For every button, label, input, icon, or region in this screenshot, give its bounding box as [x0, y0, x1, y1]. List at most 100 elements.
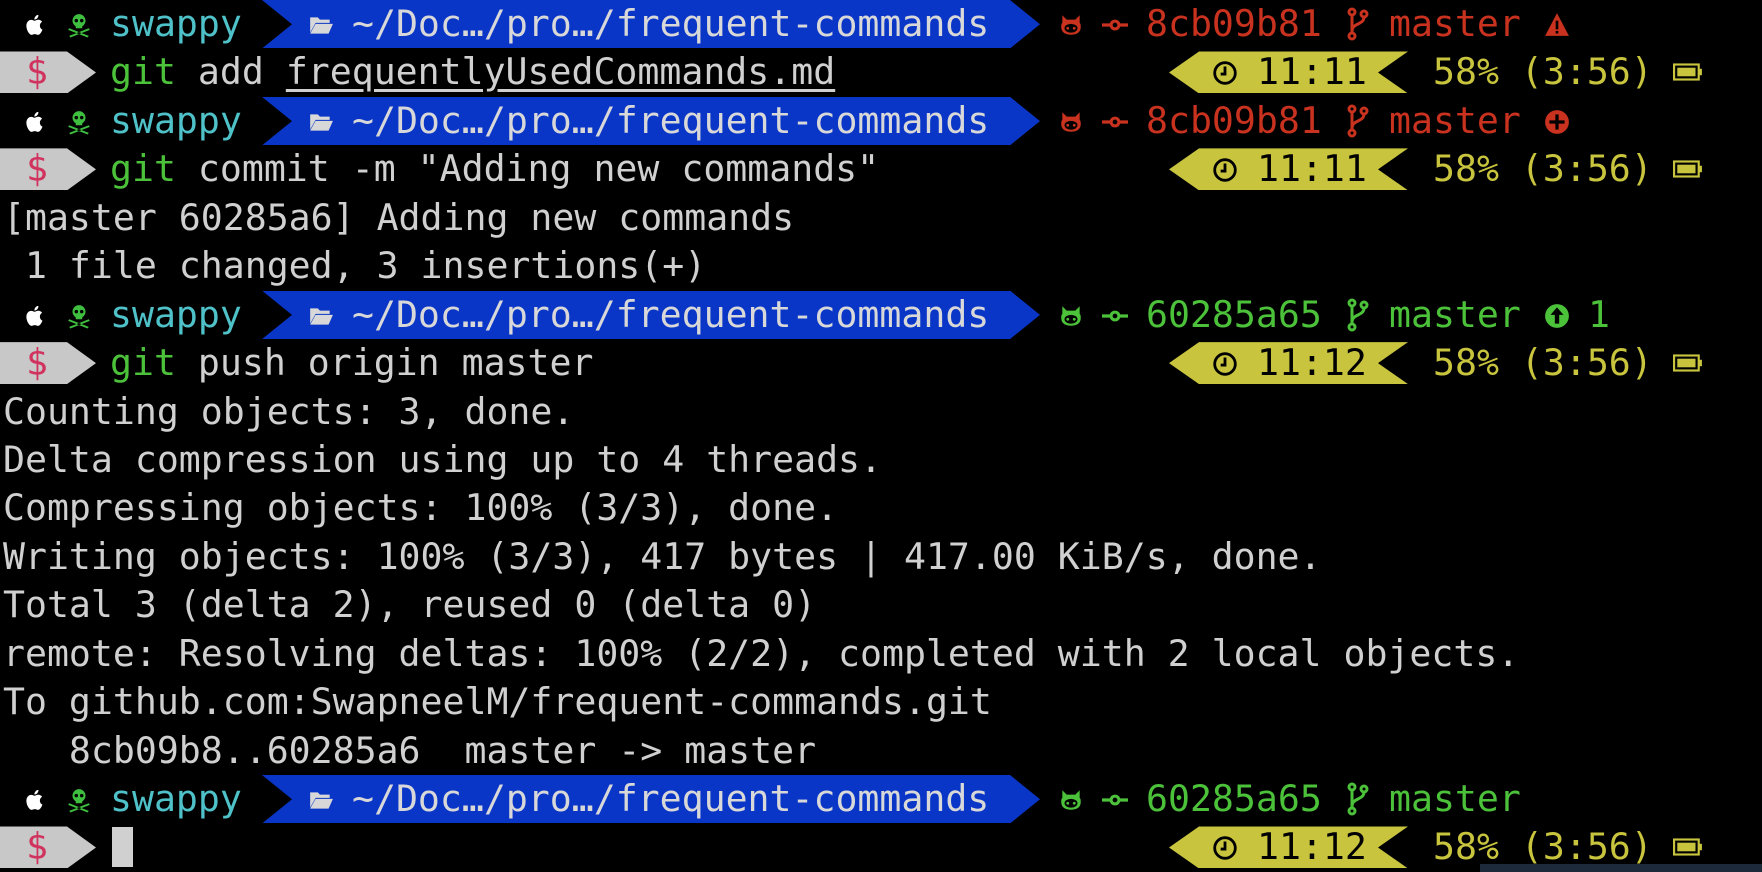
file-argument: frequentlyUsedCommands.md	[285, 50, 836, 94]
folder-icon	[308, 109, 334, 135]
output-line: 8cb09b8..60285a6 master -> master	[0, 727, 1762, 775]
skull-icon	[66, 109, 92, 135]
command-args: push origin master	[175, 341, 594, 385]
command-input[interactable]: git commit -m "Adding new commands"	[110, 145, 879, 193]
command-name: git	[110, 50, 176, 94]
clock-time: 11:11	[1257, 50, 1367, 94]
clock-time: 11:12	[1257, 825, 1367, 869]
commit-hash: 60285a65	[1146, 292, 1322, 336]
commit-icon	[1102, 109, 1128, 135]
battery-icon	[1673, 353, 1703, 373]
warning-icon	[1544, 12, 1570, 38]
output-text: 1 file changed, 3 insertions(+)	[3, 244, 707, 288]
clock-icon	[1212, 835, 1238, 861]
commit-hash: 60285a65	[1146, 777, 1322, 821]
current-path: ~/Doc…/pro…/frequent-commands	[352, 98, 990, 142]
command-line: $ git push origin master 11:12 58% (3:56)	[0, 339, 1762, 387]
output-line: remote: Resolving deltas: 100% (2/2), co…	[0, 630, 1762, 678]
github-cat-icon	[1058, 12, 1084, 38]
command-input[interactable]: git add frequentlyUsedCommands.md	[110, 48, 835, 96]
output-line: To github.com:SwapneelM/frequent-command…	[0, 678, 1762, 726]
username: swappy	[110, 292, 242, 336]
ahead-count: 1	[1588, 292, 1610, 336]
command-name: git	[110, 147, 176, 191]
prompt-symbol-segment	[0, 826, 96, 869]
skull-icon	[66, 12, 92, 38]
plus-circle-icon	[1544, 109, 1570, 135]
prompt-symbol-segment	[0, 148, 96, 191]
output-text: To github.com:SwapneelM/frequent-command…	[3, 680, 992, 724]
github-cat-icon	[1058, 787, 1084, 813]
folder-icon	[308, 12, 334, 38]
clock-icon	[1212, 157, 1238, 183]
apple-icon	[22, 12, 48, 38]
command-input[interactable]: git push origin master	[110, 339, 593, 387]
background-image-strip	[1480, 864, 1762, 872]
branch-icon	[1346, 781, 1370, 817]
prompt-symbol-segment	[0, 51, 96, 94]
output-text: 8cb09b8..60285a6 master -> master	[3, 728, 817, 772]
output-line: [master 60285a6] Adding new commands	[0, 194, 1762, 242]
battery-icon	[1673, 837, 1703, 857]
branch-icon	[1346, 297, 1370, 333]
apple-icon	[22, 109, 48, 135]
output-line: Delta compression using up to 4 threads.	[0, 436, 1762, 484]
skull-icon	[66, 787, 92, 813]
branch-name: master	[1389, 98, 1521, 142]
clock-time: 11:11	[1257, 147, 1367, 191]
battery-status: 58% (3:56)	[1433, 147, 1653, 191]
skull-icon	[66, 303, 92, 329]
prompt-line: swappy ~/Doc…/pro…/frequent-commands 60285…	[0, 775, 1762, 823]
prompt-symbol: $	[26, 341, 48, 385]
command-line: $ git commit -m "Adding new commands" 11:1…	[0, 145, 1762, 193]
prompt-symbol: $	[26, 825, 48, 869]
current-path: ~/Doc…/pro…/frequent-commands	[352, 292, 990, 336]
output-text: Total 3 (delta 2), reused 0 (delta 0)	[3, 583, 817, 627]
terminal-cursor[interactable]	[112, 827, 133, 868]
commit-hash: 8cb09b81	[1146, 98, 1322, 142]
current-path: ~/Doc…/pro…/frequent-commands	[352, 777, 990, 821]
arrow-up-circle-icon	[1544, 303, 1570, 329]
output-text: Compressing objects: 100% (3/3), done.	[3, 486, 839, 530]
battery-icon	[1673, 159, 1703, 179]
apple-icon	[22, 303, 48, 329]
folder-icon	[308, 303, 334, 329]
battery-status: 58% (3:56)	[1433, 341, 1653, 385]
branch-name: master	[1389, 292, 1521, 336]
battery-icon	[1673, 62, 1703, 82]
clock-icon	[1212, 351, 1238, 377]
github-cat-icon	[1058, 303, 1084, 329]
current-path: ~/Doc…/pro…/frequent-commands	[352, 2, 990, 45]
output-text: Delta compression using up to 4 threads.	[3, 437, 882, 481]
output-text: [master 60285a6] Adding new commands	[3, 195, 795, 239]
folder-icon	[308, 787, 334, 813]
output-line: Compressing objects: 100% (3/3), done.	[0, 484, 1762, 532]
output-text: remote: Resolving deltas: 100% (2/2), co…	[3, 631, 1520, 675]
prompt-line: swappy ~/Doc…/pro…/frequent-commands 8cb09…	[0, 0, 1762, 48]
commit-icon	[1102, 303, 1128, 329]
commit-hash: 8cb09b81	[1146, 2, 1322, 45]
branch-icon	[1346, 103, 1370, 139]
branch-name: master	[1389, 777, 1521, 821]
output-line: Counting objects: 3, done.	[0, 388, 1762, 436]
clock-time: 11:12	[1257, 341, 1367, 385]
apple-icon	[22, 787, 48, 813]
branch-icon	[1346, 6, 1370, 42]
prompt-line: swappy ~/Doc…/pro…/frequent-commands 8cb09…	[0, 97, 1762, 145]
clock-icon	[1212, 60, 1238, 86]
prompt-symbol: $	[26, 50, 48, 94]
command-line: $ git add frequentlyUsedCommands.md 11:11 5…	[0, 48, 1762, 96]
prompt-symbol-segment	[0, 342, 96, 385]
output-line: Total 3 (delta 2), reused 0 (delta 0)	[0, 581, 1762, 629]
commit-icon	[1102, 787, 1128, 813]
command-name: git	[110, 341, 176, 385]
commit-icon	[1102, 12, 1128, 38]
command-args: commit -m "Adding new commands"	[175, 147, 880, 191]
username: swappy	[110, 2, 242, 45]
username: swappy	[110, 777, 242, 821]
command-args: add	[175, 50, 286, 94]
output-line: Writing objects: 100% (3/3), 417 bytes |…	[0, 533, 1762, 581]
battery-status: 58% (3:56)	[1433, 50, 1653, 94]
output-line: 1 file changed, 3 insertions(+)	[0, 242, 1762, 290]
github-cat-icon	[1058, 109, 1084, 135]
